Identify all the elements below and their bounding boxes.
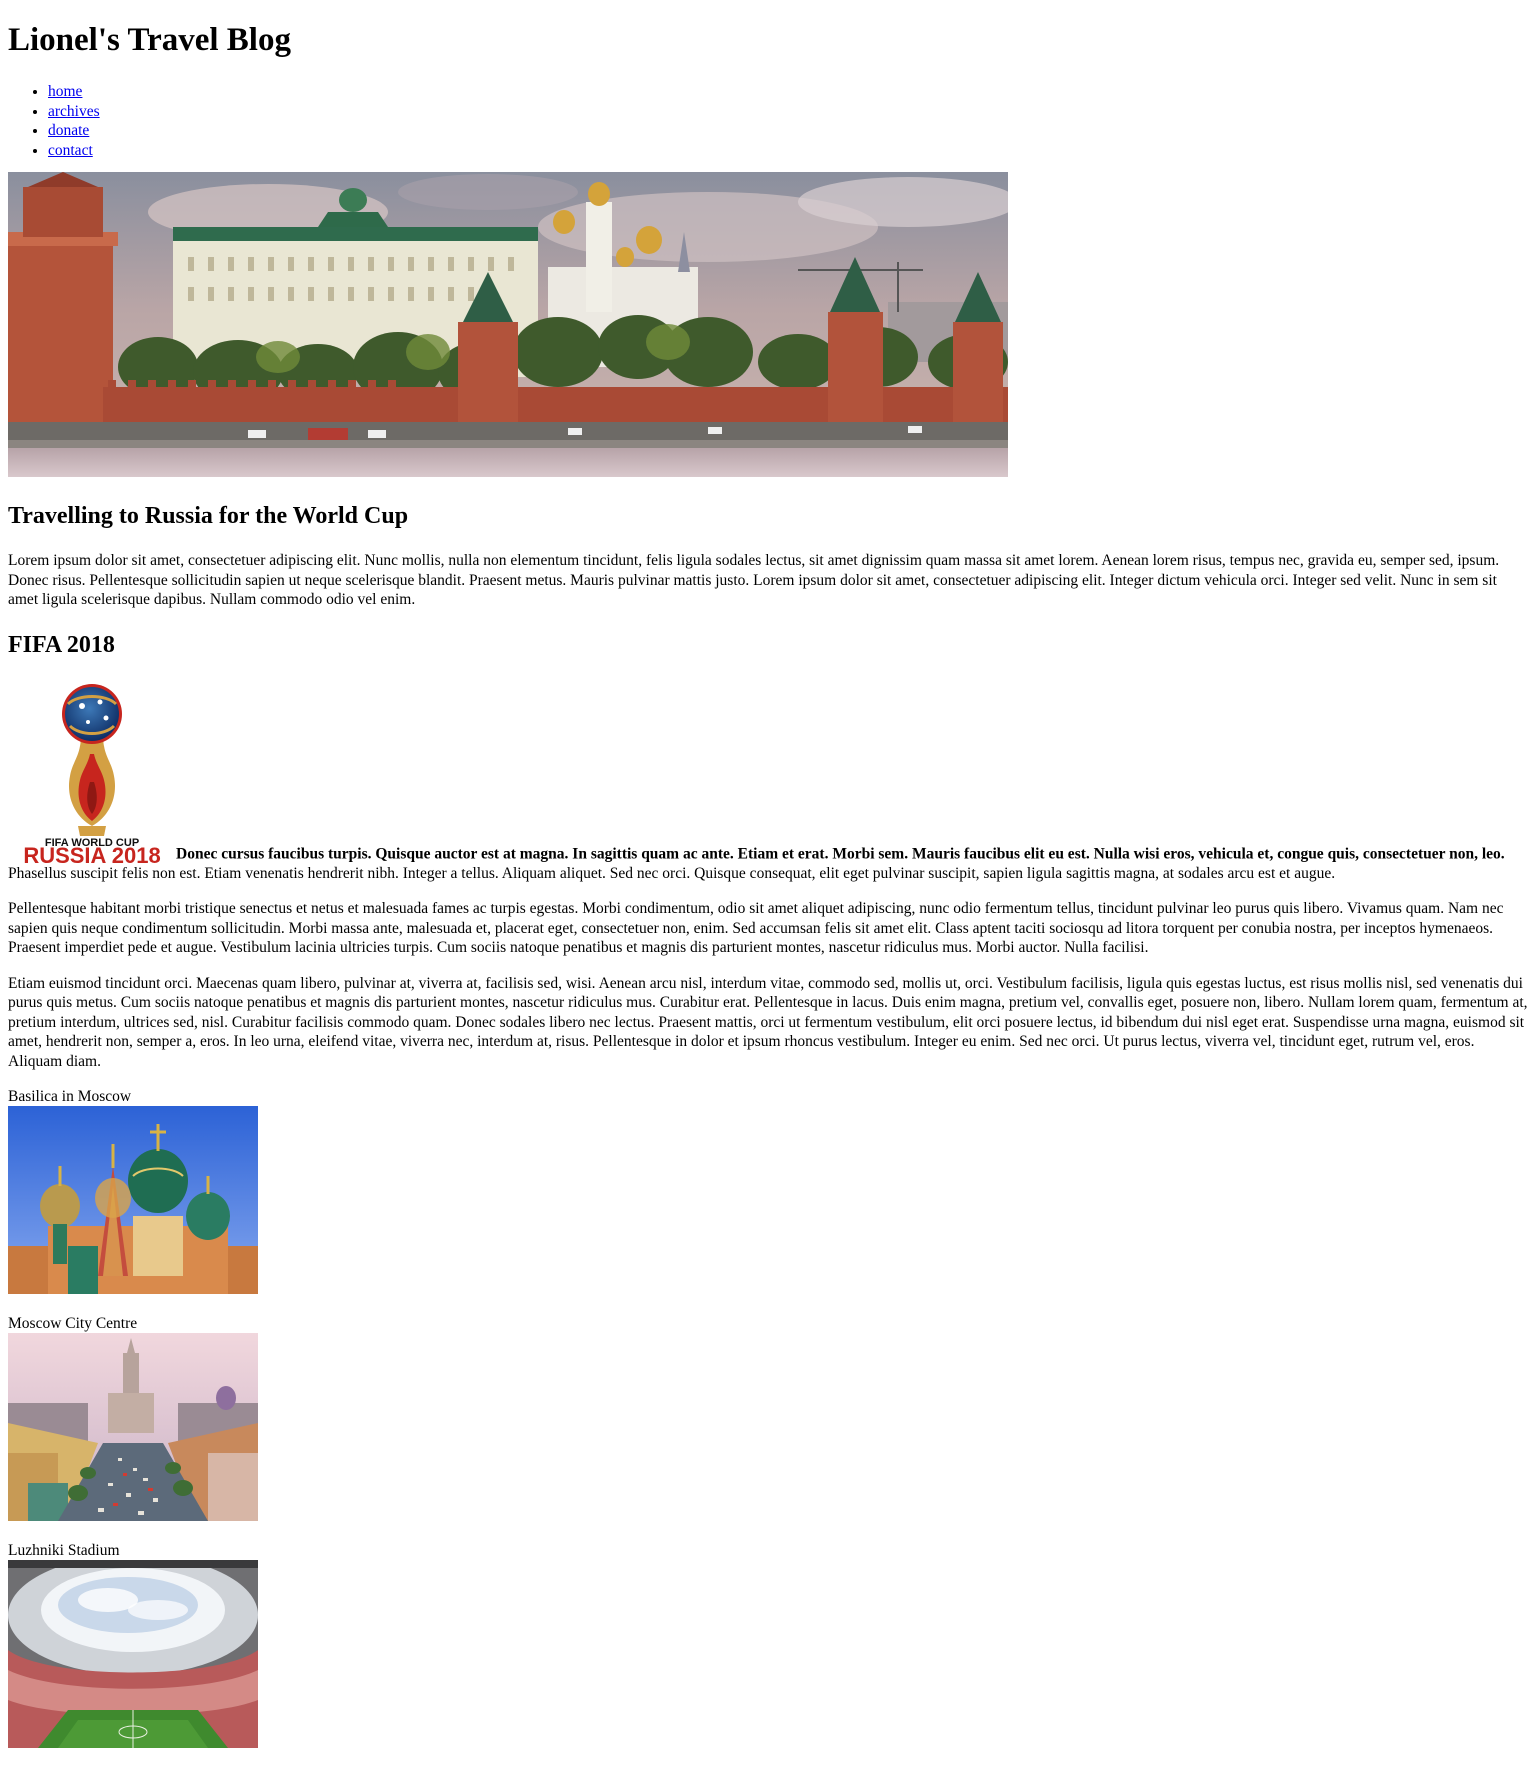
city-centre-image: [8, 1333, 258, 1521]
page: Lionel's Travel Blog home archives donat…: [0, 20, 1536, 1748]
basilica-photo: [8, 1106, 258, 1294]
stadium-image: [8, 1560, 258, 1748]
fifa-lead-bold: Donec cursus faucibus turpis. Quisque au…: [176, 845, 1505, 862]
gallery-caption-basilica: Basilica in Moscow: [8, 1088, 132, 1105]
fifa-paragraph-2: Pellentesque habitant morbi tristique se…: [8, 900, 1504, 956]
kremlin-photo: [8, 172, 1008, 477]
fifa-paragraph-3: Etiam euismod tincidunt orci. Maecenas q…: [8, 974, 1528, 1070]
intro-paragraph: Lorem ipsum dolor sit amet, consectetuer…: [8, 552, 1500, 608]
basilica-image: [8, 1106, 258, 1294]
gallery-caption-city-centre: Moscow City Centre: [8, 1315, 138, 1332]
gallery-caption-stadium: Luzhniki Stadium: [8, 1542, 120, 1559]
hero-image: [8, 172, 1008, 477]
post-title: Travelling to Russia for the World Cup: [8, 503, 409, 529]
nav-link-contact[interactable]: contact: [48, 142, 93, 159]
nav-link-donate[interactable]: donate: [48, 122, 89, 139]
nav-link-home[interactable]: home: [48, 83, 82, 100]
logo-text-line2: RUSSIA 2018: [23, 843, 160, 864]
nav-item-contact: contact: [48, 141, 1528, 161]
nav-link-archives[interactable]: archives: [48, 103, 100, 120]
fifa-lead-paragraph: FIFA WORLD CUP RUSSIA 2018 Donec cursus …: [8, 676, 1528, 884]
nav-item-donate: donate: [48, 121, 1528, 141]
nav-item-home: home: [48, 82, 1528, 102]
nav-item-archives: archives: [48, 102, 1528, 122]
fifa-world-cup-logo: FIFA WORLD CUP RUSSIA 2018: [8, 676, 176, 868]
site-title: Lionel's Travel Blog: [8, 22, 291, 58]
trophy-icon: FIFA WORLD CUP RUSSIA 2018: [23, 683, 161, 868]
fifa-section-title: FIFA 2018: [8, 631, 115, 658]
fifa-lead-rest: Phasellus suscipit felis non est. Etiam …: [8, 864, 1336, 882]
stadium-photo: [8, 1560, 258, 1748]
city-centre-photo: [8, 1333, 258, 1521]
main-nav: home archives donate contact: [8, 82, 1528, 160]
